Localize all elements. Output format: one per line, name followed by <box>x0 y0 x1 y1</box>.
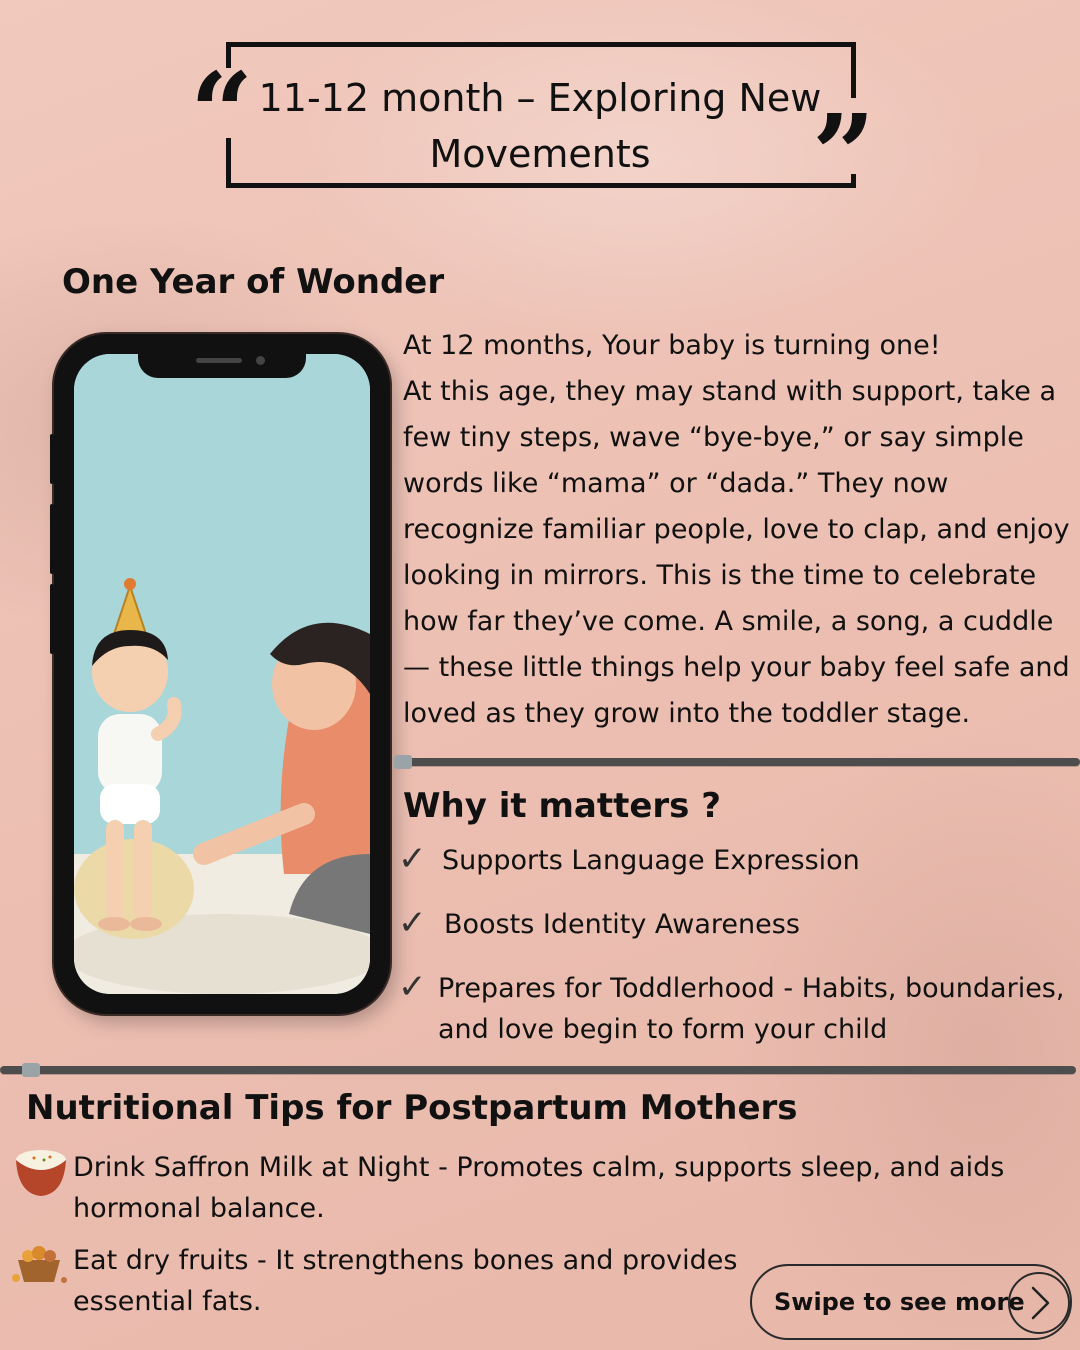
nutrition-item-2: Eat dry fruits - It strengthens bones an… <box>73 1245 738 1317</box>
divider-lower-tip <box>22 1063 40 1077</box>
section-heading-why: Why it matters ? <box>403 786 721 826</box>
intro-body: At this age, they may stand with support… <box>403 376 1070 729</box>
divider-upper-tip <box>394 755 412 769</box>
why-item-2: Boosts Identity Awareness <box>444 909 800 940</box>
page-title: 11-12 month – Exploring New Movements <box>258 76 822 176</box>
saffron-milk-bowl-icon <box>16 1150 66 1196</box>
swipe-button[interactable]: Swipe to see more <box>750 1264 1072 1340</box>
divider-lower <box>0 1066 1076 1074</box>
mother-and-baby-illustration <box>74 354 370 994</box>
intro-paragraph: At 12 months, Your baby is turning one! … <box>403 323 1079 737</box>
birthday-illustration <box>74 354 370 994</box>
checkmark-icon: ✓ <box>398 839 427 879</box>
section-heading-nutrition: Nutritional Tips for Postpartum Mothers <box>26 1088 798 1128</box>
divider-upper <box>404 758 1080 766</box>
why-item-3: Prepares for Toddlerhood - Habits, bound… <box>438 973 1065 1045</box>
nutrition-item-1: Drink Saffron Milk at Night - Promotes c… <box>73 1152 1005 1224</box>
phone-notch <box>138 348 306 378</box>
intro-line-1: At 12 months, Your baby is turning one! <box>403 330 941 361</box>
open-quote-icon: “ <box>190 48 254 177</box>
checkmark-icon: ✓ <box>398 967 427 1007</box>
dry-fruits-basket-icon <box>12 1246 67 1283</box>
why-item-1: Supports Language Expression <box>442 845 860 876</box>
swipe-label: Swipe to see more <box>774 1288 1025 1316</box>
chevron-right-icon <box>1031 1286 1050 1320</box>
checkmark-icon: ✓ <box>398 903 427 943</box>
phone-mockup <box>50 334 390 1014</box>
section-heading-wonder: One Year of Wonder <box>62 262 445 302</box>
swipe-circle <box>1008 1272 1070 1334</box>
